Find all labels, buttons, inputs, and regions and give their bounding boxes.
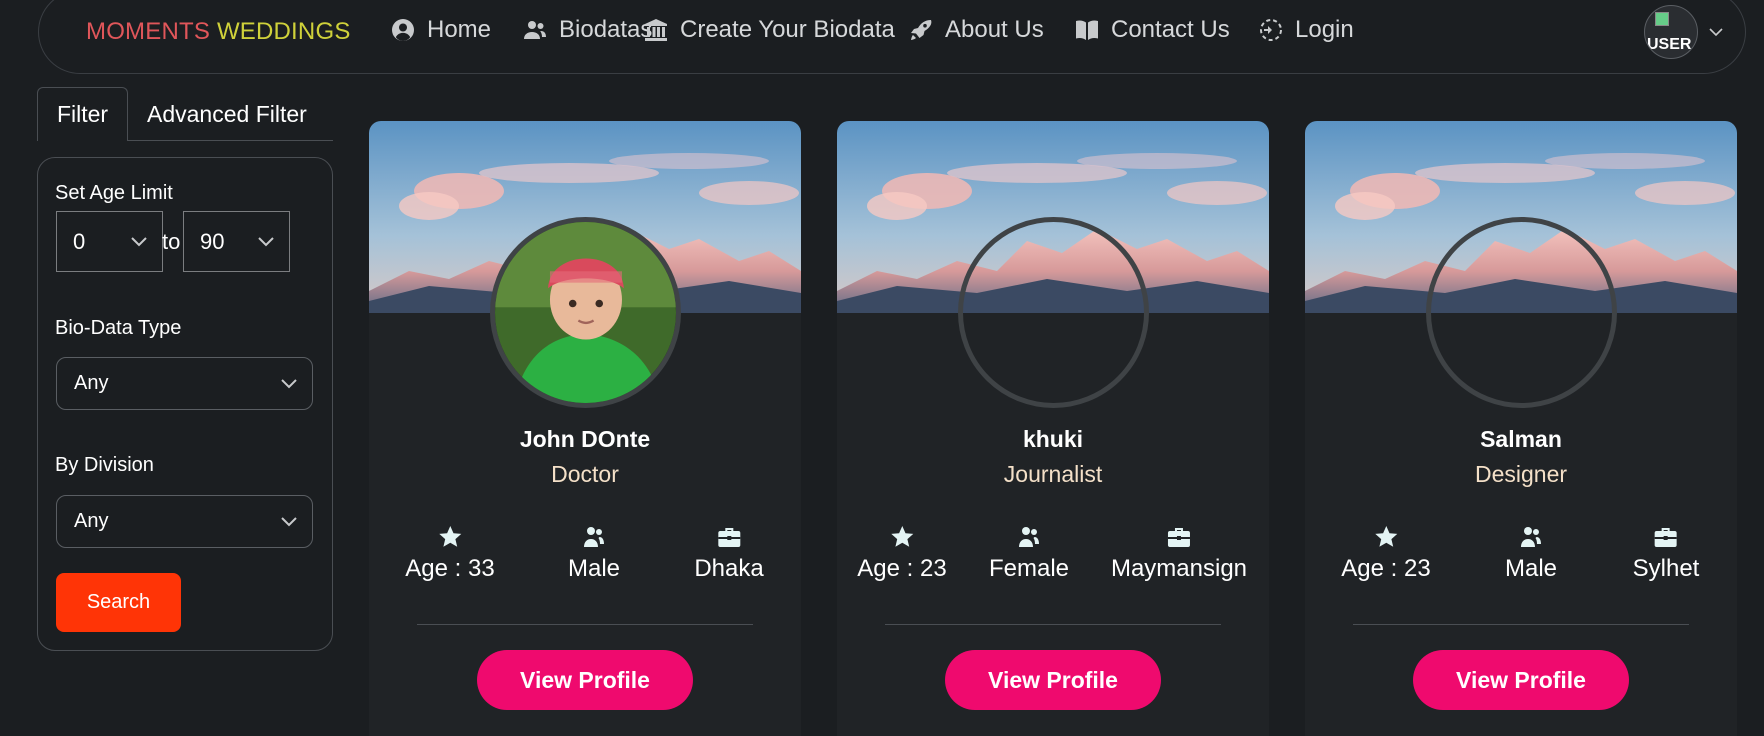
age-max-select[interactable]: 90 [183,211,290,272]
profile-age-value: Age : 23 [1341,555,1431,582]
profile-location: Maymansign [1111,525,1247,583]
chevron-down-icon [258,236,274,246]
view-profile-button[interactable]: View Profile [1413,650,1629,710]
chevron-down-icon [131,236,147,246]
nav-home-label: Home [427,16,492,43]
profile-occupation: Doctor [551,461,619,487]
profile-location: Dhaka [694,525,764,583]
view-profile-button[interactable]: View Profile [477,650,693,710]
nav-contact[interactable]: Contact Us [1075,16,1230,44]
profile-location-value: Dhaka [694,555,764,582]
brand-logo[interactable]: MOMENTS WEDDINGS [86,18,351,46]
age-max-value: 90 [200,228,225,254]
biodata-type-select[interactable]: Any [56,357,313,410]
chevron-down-icon[interactable] [1708,24,1724,40]
users-icon [524,21,546,39]
nav-create-biodata[interactable]: Create Your Biodata [644,16,895,44]
profile-age: Age : 33 [405,525,495,583]
profile-age-value: Age : 33 [405,555,495,582]
age-limit-label: Set Age Limit [55,182,173,204]
profile-photo-placeholder [1426,217,1617,408]
age-min-value: 0 [73,228,86,254]
profile-location: Sylhet [1632,525,1700,583]
profile-gender: Male [1505,525,1557,583]
card-divider [885,624,1221,625]
chevron-down-icon [281,378,297,388]
profile-age-value: Age : 23 [857,555,947,582]
briefcase-icon [1654,528,1677,547]
profile-name: khuki [1022,426,1084,452]
profile-name: John DOnte [519,426,651,452]
broken-image-icon [1655,12,1669,26]
nav-home[interactable]: Home [391,16,491,44]
nav-biodatas-label: Biodatas [559,16,653,43]
user-menu[interactable]: USER [1644,5,1724,59]
brand-part1: MOMENTS [86,18,211,45]
profile-gender-value: Male [567,555,621,582]
star-icon [439,526,461,547]
profile-location-value: Sylhet [1632,555,1700,582]
tab-filter[interactable]: Filter [37,87,128,141]
profile-card: Salman Designer Age : 23 Male Sylhet Vie… [1305,121,1737,736]
age-min-select[interactable]: 0 [56,211,163,272]
profile-location-value: Maymansign [1110,555,1248,582]
tab-divider [128,140,333,141]
nav-create-biodata-label: Create Your Biodata [680,16,895,43]
division-label: By Division [55,454,154,476]
tab-advanced-filter[interactable]: Advanced Filter [147,87,307,141]
briefcase-icon [718,528,740,547]
profile-gender-value: Female [988,555,1070,582]
avatar[interactable]: USER [1644,5,1698,59]
profile-photo [490,217,681,408]
profile-photo-placeholder [958,217,1149,408]
login-icon [1260,19,1282,41]
division-value: Any [74,510,109,532]
biodata-type-value: Any [74,372,109,394]
profile-card: John DOnte Doctor Age : 33 Male Dhaka Vi… [369,121,801,736]
users-icon [584,527,604,547]
profile-gender: Male [568,525,620,583]
book-icon [1076,20,1098,40]
profile-gender-value: Male [1504,555,1558,582]
profile-age: Age : 23 [857,525,947,583]
avatar-alt-text: USER [1647,36,1692,53]
user-circle-icon [392,19,414,41]
star-icon [1375,526,1397,547]
profile-occupation: Journalist [1003,461,1103,487]
rocket-icon [911,20,932,40]
users-icon [1019,527,1039,547]
star-icon [891,526,913,547]
division-select[interactable]: Any [56,495,313,548]
profile-gender: Female [989,525,1069,583]
view-profile-button[interactable]: View Profile [945,650,1161,710]
briefcase-icon [1168,528,1190,547]
search-button[interactable]: Search [56,573,181,632]
nav-contact-label: Contact Us [1111,16,1230,43]
nav-login[interactable]: Login [1259,16,1354,44]
biodata-type-label: Bio-Data Type [55,317,182,339]
bank-icon [645,19,667,41]
chevron-down-icon [281,516,297,526]
nav-about[interactable]: About Us [909,16,1044,44]
profile-occupation: Designer [1474,461,1568,487]
card-divider [417,624,753,625]
profile-card: khuki Journalist Age : 23 Female Maymans… [837,121,1269,736]
nav-biodatas[interactable]: Biodatas [523,16,652,44]
navbar: MOMENTS WEDDINGS Home Biodatas Create Yo… [38,0,1746,74]
users-icon [1521,527,1541,547]
nav-login-label: Login [1295,16,1354,43]
age-range-separator: to [162,229,181,254]
card-divider [1353,624,1689,625]
brand-part2: WEDDINGS [216,18,351,45]
nav-about-label: About Us [945,16,1044,43]
profile-name: Salman [1480,426,1562,452]
profile-age: Age : 23 [1341,525,1431,583]
